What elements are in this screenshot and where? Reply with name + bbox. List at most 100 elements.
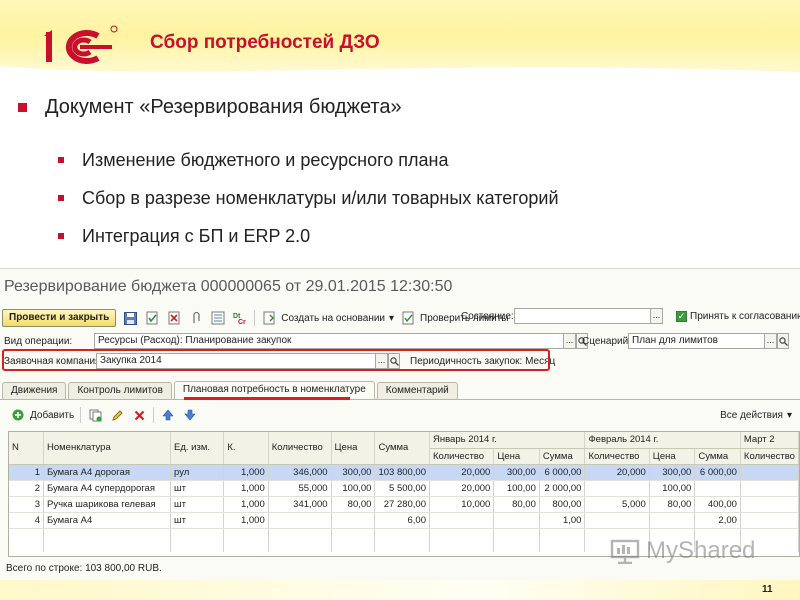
table-cell[interactable]: 80,00 — [331, 496, 376, 513]
move-down-icon[interactable] — [182, 407, 198, 423]
tab-movements[interactable]: Движения — [2, 382, 67, 399]
table-cell[interactable]: 6 000,00 — [694, 464, 741, 481]
table-row[interactable]: 3 Ручка шарикова гелевая шт 1,000 341,000 80,… — [9, 496, 799, 513]
tab-comment[interactable]: Комментарий — [376, 382, 458, 399]
table-cell[interactable]: 10,000 — [429, 496, 495, 513]
month-header[interactable]: Март 2 — [740, 432, 799, 449]
table-cell[interactable]: 2 — [9, 480, 44, 497]
table-row[interactable]: 2 Бумага А4 супердорогая шт 1,000 55,000 100,… — [9, 480, 799, 497]
scenario-field[interactable]: План для лимитов — [628, 333, 765, 349]
table-cell[interactable]: шт — [170, 496, 225, 513]
sub-column-header[interactable]: Количество — [429, 448, 495, 465]
table-cell[interactable]: 5,000 — [584, 496, 650, 513]
column-header[interactable]: Ед. изм. — [170, 432, 225, 465]
table-cell[interactable]: Бумага А4 супердорогая — [43, 480, 172, 497]
sub-column-header[interactable]: Сумма — [694, 448, 741, 465]
table-cell[interactable]: 400,00 — [694, 496, 741, 513]
search-icon[interactable] — [777, 333, 789, 349]
document-list-icon[interactable] — [210, 310, 226, 326]
table-cell[interactable]: 5 500,00 — [374, 480, 430, 497]
table-cell[interactable]: шт — [170, 480, 225, 497]
table-cell[interactable]: 3 — [9, 496, 44, 513]
table-cell[interactable]: 2,00 — [694, 512, 741, 529]
column-header[interactable]: Сумма — [374, 432, 430, 465]
operation-field[interactable]: Ресурсы (Расход): Планирование закупок — [94, 333, 564, 349]
table-cell[interactable]: 1,000 — [223, 464, 269, 481]
table-cell[interactable]: 800,00 — [539, 496, 586, 513]
month-header[interactable]: Февраль 2014 г. — [584, 432, 741, 449]
ellipsis-icon[interactable]: ... — [564, 333, 576, 349]
ellipsis-icon[interactable]: ... — [765, 333, 777, 349]
table-cell[interactable]: 6 000,00 — [539, 464, 586, 481]
sub-column-header[interactable]: Сумма — [539, 448, 586, 465]
all-actions-button[interactable]: Все действия — [720, 410, 783, 421]
column-header[interactable]: Количество — [268, 432, 332, 465]
sub-column-header[interactable]: Цена — [493, 448, 540, 465]
table-cell[interactable] — [740, 480, 799, 497]
table-cell[interactable]: Бумага А4 — [43, 512, 172, 529]
table-cell[interactable]: 103 800,00 — [374, 464, 430, 481]
table-cell[interactable]: Бумага А4 дорогая — [43, 464, 172, 481]
table-cell[interactable]: 341,000 — [268, 496, 332, 513]
table-cell[interactable] — [584, 480, 650, 497]
post-and-close-button[interactable]: Провести и закрыть — [2, 309, 117, 327]
move-up-icon[interactable] — [160, 407, 176, 423]
sub-column-header[interactable]: Цена — [649, 448, 696, 465]
create-based-on-button[interactable]: Создать на основании — [281, 313, 385, 324]
table-cell[interactable]: 20,000 — [429, 464, 495, 481]
sub-column-header[interactable]: Количество — [584, 448, 650, 465]
table-cell[interactable]: 4 — [9, 512, 44, 529]
table-cell[interactable]: рул — [170, 464, 225, 481]
table-cell[interactable] — [694, 480, 741, 497]
chevron-down-icon[interactable]: ▾ — [389, 313, 394, 324]
chevron-down-icon[interactable]: ▾ — [787, 410, 792, 421]
table-cell[interactable]: 80,00 — [493, 496, 540, 513]
sub-column-header[interactable]: Количество — [740, 448, 799, 465]
column-header[interactable]: Цена — [331, 432, 376, 465]
add-icon[interactable] — [10, 407, 26, 423]
table-cell[interactable]: шт — [170, 512, 225, 529]
table-cell[interactable]: 1,00 — [539, 512, 586, 529]
table-cell[interactable] — [740, 464, 799, 481]
ellipsis-icon[interactable]: ... — [651, 308, 663, 324]
approve-checkbox[interactable]: ✓ — [676, 311, 687, 322]
table-cell[interactable] — [331, 512, 376, 529]
table-cell[interactable] — [429, 512, 495, 529]
table-cell[interactable]: 1,000 — [223, 496, 269, 513]
table-cell[interactable]: 300,00 — [649, 464, 696, 481]
table-cell[interactable]: 100,00 — [493, 480, 540, 497]
delete-row-icon[interactable] — [131, 407, 147, 423]
table-cell[interactable] — [649, 512, 696, 529]
table-cell[interactable] — [493, 512, 540, 529]
table-cell[interactable]: 1 — [9, 464, 44, 481]
table-cell[interactable] — [740, 512, 799, 529]
table-row[interactable]: 4 Бумага А4 шт 1,000 6,00 1,00 2,00 — [9, 512, 799, 529]
add-button[interactable]: Добавить — [30, 410, 74, 421]
table-cell[interactable]: 80,00 — [649, 496, 696, 513]
save-icon[interactable] — [122, 310, 138, 326]
month-header[interactable]: Январь 2014 г. — [429, 432, 586, 449]
edit-row-icon[interactable] — [109, 407, 125, 423]
table-cell[interactable]: 6,00 — [374, 512, 430, 529]
table-cell[interactable]: 100,00 — [331, 480, 376, 497]
table-cell[interactable] — [584, 512, 650, 529]
column-header[interactable]: N — [9, 432, 44, 465]
column-header[interactable]: К. — [223, 432, 269, 465]
table-cell[interactable]: 300,00 — [493, 464, 540, 481]
table-cell[interactable] — [268, 512, 332, 529]
column-header[interactable]: Номенклатура — [43, 432, 172, 465]
table-cell[interactable]: 300,00 — [331, 464, 376, 481]
table-cell[interactable]: 55,000 — [268, 480, 332, 497]
attach-file-icon[interactable] — [188, 310, 204, 326]
table-cell[interactable]: 20,000 — [429, 480, 495, 497]
table-cell[interactable]: Ручка шарикова гелевая — [43, 496, 172, 513]
table-cell[interactable]: 1,000 — [223, 480, 269, 497]
tab-limit-control[interactable]: Контроль лимитов — [68, 382, 172, 399]
table-cell[interactable]: 1,000 — [223, 512, 269, 529]
table-cell[interactable]: 346,000 — [268, 464, 332, 481]
state-field[interactable] — [514, 308, 651, 324]
copy-row-icon[interactable] — [87, 407, 103, 423]
table-cell[interactable]: 20,000 — [584, 464, 650, 481]
debit-credit-icon[interactable]: Dt Cr — [232, 310, 248, 326]
table-cell[interactable]: 2 000,00 — [539, 480, 586, 497]
